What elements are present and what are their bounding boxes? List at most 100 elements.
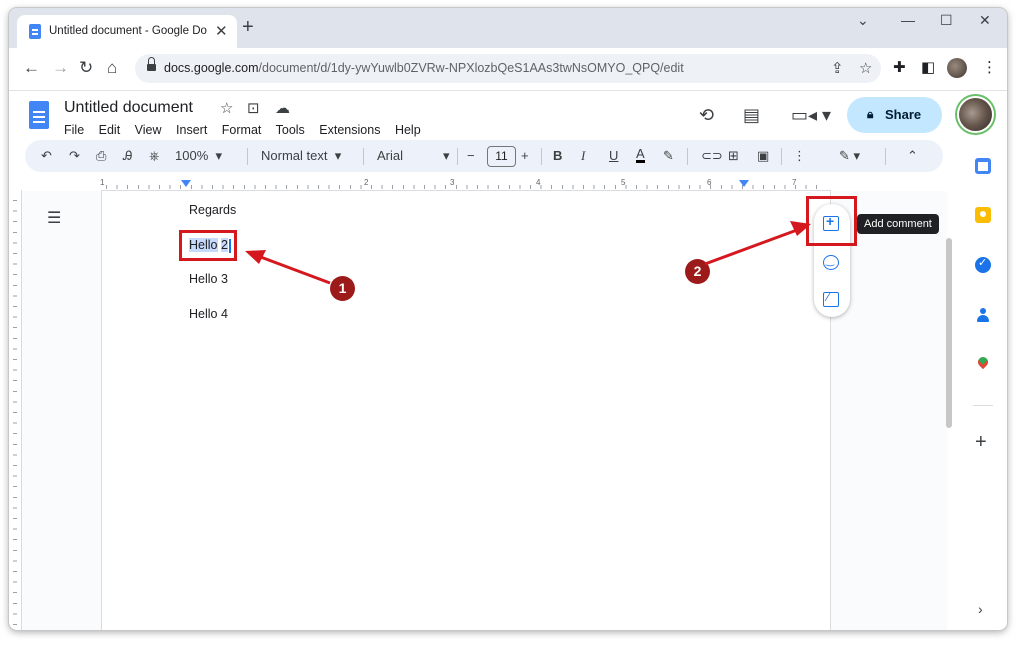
menu-format[interactable]: Format [222,123,262,137]
step-badge-1: 1 [330,276,355,301]
tab-strip: Untitled document - Google Doc ✕ + ⌄ — ☐… [9,8,1007,48]
underline-button[interactable]: U [609,148,618,163]
menu-tools[interactable]: Tools [276,123,305,137]
font-select[interactable]: Arial [377,148,403,163]
ruler-mark: 2 [364,178,369,187]
ruler-mark: 1 [100,178,105,187]
hide-side-panel-chevron-right-icon[interactable]: › [978,601,983,617]
maximize-icon[interactable]: ☐ [940,12,953,29]
docs-logo-icon[interactable] [29,101,49,129]
address-bar[interactable]: docs.google.com/document/d/1dy-ywYuwlb0Z… [135,54,881,83]
window-close-icon[interactable]: ✕ [979,12,991,29]
share-button[interactable]: 🔒︎ Share [847,97,942,133]
text-color-button[interactable]: A [636,147,645,163]
tab-close-icon[interactable]: ✕ [215,22,228,40]
zoom-select[interactable]: 100% ▾ [175,148,222,164]
left-indent-marker[interactable] [181,180,191,187]
document-title[interactable]: Untitled document [64,99,193,117]
back-icon[interactable]: ← [23,59,40,77]
new-tab-button[interactable]: + [242,17,254,37]
browser-window: Untitled document - Google Doc ✕ + ⌄ — ☐… [9,8,1007,630]
document-line[interactable]: Hello 3 [189,272,228,286]
image-icon[interactable]: ▣ [757,148,769,164]
menu-file[interactable]: File [64,123,84,137]
lock-icon[interactable] [147,57,156,72]
highlighter-icon[interactable]: ✎ [663,148,674,164]
navigation-bar: ← → ↻ ⌂ docs.google.com/document/d/1dy-y… [9,48,1007,91]
ruler-mark: 6 [707,178,712,187]
toolbar-divider [541,148,542,165]
redo-icon[interactable]: ↷ [69,148,80,164]
version-history-icon[interactable]: ⟲ [699,105,714,126]
italic-button[interactable]: I [581,148,585,164]
share-page-icon[interactable]: ⇪ [831,59,844,77]
cloud-saved-icon[interactable]: ☁ [275,99,290,117]
link-icon[interactable]: ⊂⊃ [701,148,723,164]
vertical-ruler [9,190,22,630]
document-line[interactable]: Regards [189,203,236,217]
increase-font-size-button[interactable]: + [521,148,529,163]
keep-icon[interactable] [975,207,991,223]
more-options-icon[interactable]: ⋮ [793,148,806,164]
bookmark-star-icon[interactable]: ☆ [859,59,872,77]
ruler-mark: 7 [792,178,797,187]
url-host: docs.google.com [164,61,259,75]
font-size-input[interactable]: 11 [487,146,516,167]
collapse-menus-icon[interactable]: ⌃ [907,148,918,164]
style-value: Normal text [261,148,328,163]
tasks-icon[interactable] [975,256,991,273]
star-icon[interactable]: ☆ [220,99,233,117]
docs-favicon-icon [29,24,41,39]
menu-help[interactable]: Help [395,123,421,137]
browser-tab[interactable]: Untitled document - Google Doc ✕ [17,15,237,48]
side-panel-divider [973,405,993,406]
menu-view[interactable]: View [135,123,162,137]
decrease-font-size-button[interactable]: − [467,148,475,163]
font-select-chevron-down-icon[interactable]: ▾ [443,148,450,164]
font-value: Arial [377,148,404,163]
calendar-icon[interactable] [975,158,991,174]
document-line[interactable]: Hello 4 [189,307,228,321]
spellcheck-icon[interactable]: Ꭿ [123,148,132,164]
bold-button[interactable]: B [553,148,562,163]
toolbar-divider [457,148,458,165]
forward-icon[interactable]: → [52,59,69,77]
menu-extensions[interactable]: Extensions [319,123,380,137]
browser-profile-avatar[interactable] [947,58,967,78]
print-icon[interactable]: ⎙ [96,148,106,164]
undo-icon[interactable]: ↶ [41,148,52,164]
side-panel-icon[interactable]: ◧ [921,58,935,76]
zoom-value: 100% [175,148,209,163]
menu-insert[interactable]: Insert [176,123,207,137]
reload-icon[interactable]: ↻ [79,59,93,77]
edit-mode-icon[interactable]: ✎ ▾ [839,148,860,164]
highlight-box-selection [179,230,237,261]
ruler-mark: 5 [621,178,626,187]
right-indent-marker[interactable] [739,180,749,187]
url-path: /document/d/1dy-ywYuwlb0ZVRw-NPXlozbQeS1… [258,61,684,75]
get-addons-plus-icon[interactable]: + [975,431,987,454]
vertical-scrollbar[interactable] [946,238,952,428]
more-vert-icon[interactable]: ⋮ [982,58,997,76]
toolbar-divider [885,148,886,165]
move-folder-icon[interactable]: ⊡ [247,99,260,117]
home-icon[interactable]: ⌂ [107,59,117,77]
maps-icon[interactable] [975,357,991,373]
tab-search-chevron-down-icon[interactable]: ⌄ [857,12,869,29]
suggest-edits-icon[interactable] [823,290,839,307]
ruler-mark: 3 [450,178,455,187]
extensions-icon[interactable]: ✚ [893,58,906,76]
formatting-toolbar: ↶ ↷ ⎙ Ꭿ ⎈ 100% ▾ Normal text ▾ Arial ▾ −… [25,140,943,172]
emoji-reaction-icon[interactable] [823,255,839,270]
paint-format-icon[interactable]: ⎈ [149,148,159,164]
document-outline-icon[interactable]: ☰ [47,208,61,228]
account-avatar[interactable] [959,98,992,131]
meet-video-icon[interactable]: ▭◂ ▾ [791,105,831,126]
comments-icon[interactable]: ▤ [743,105,760,126]
minimize-icon[interactable]: — [901,12,915,28]
menu-edit[interactable]: Edit [99,123,121,137]
contacts-icon[interactable] [975,307,991,323]
insert-comment-icon[interactable]: ⊞ [728,148,739,164]
style-select[interactable]: Normal text ▾ [261,148,341,164]
horizontal-ruler: 1 2 3 4 5 6 7 [100,178,830,191]
